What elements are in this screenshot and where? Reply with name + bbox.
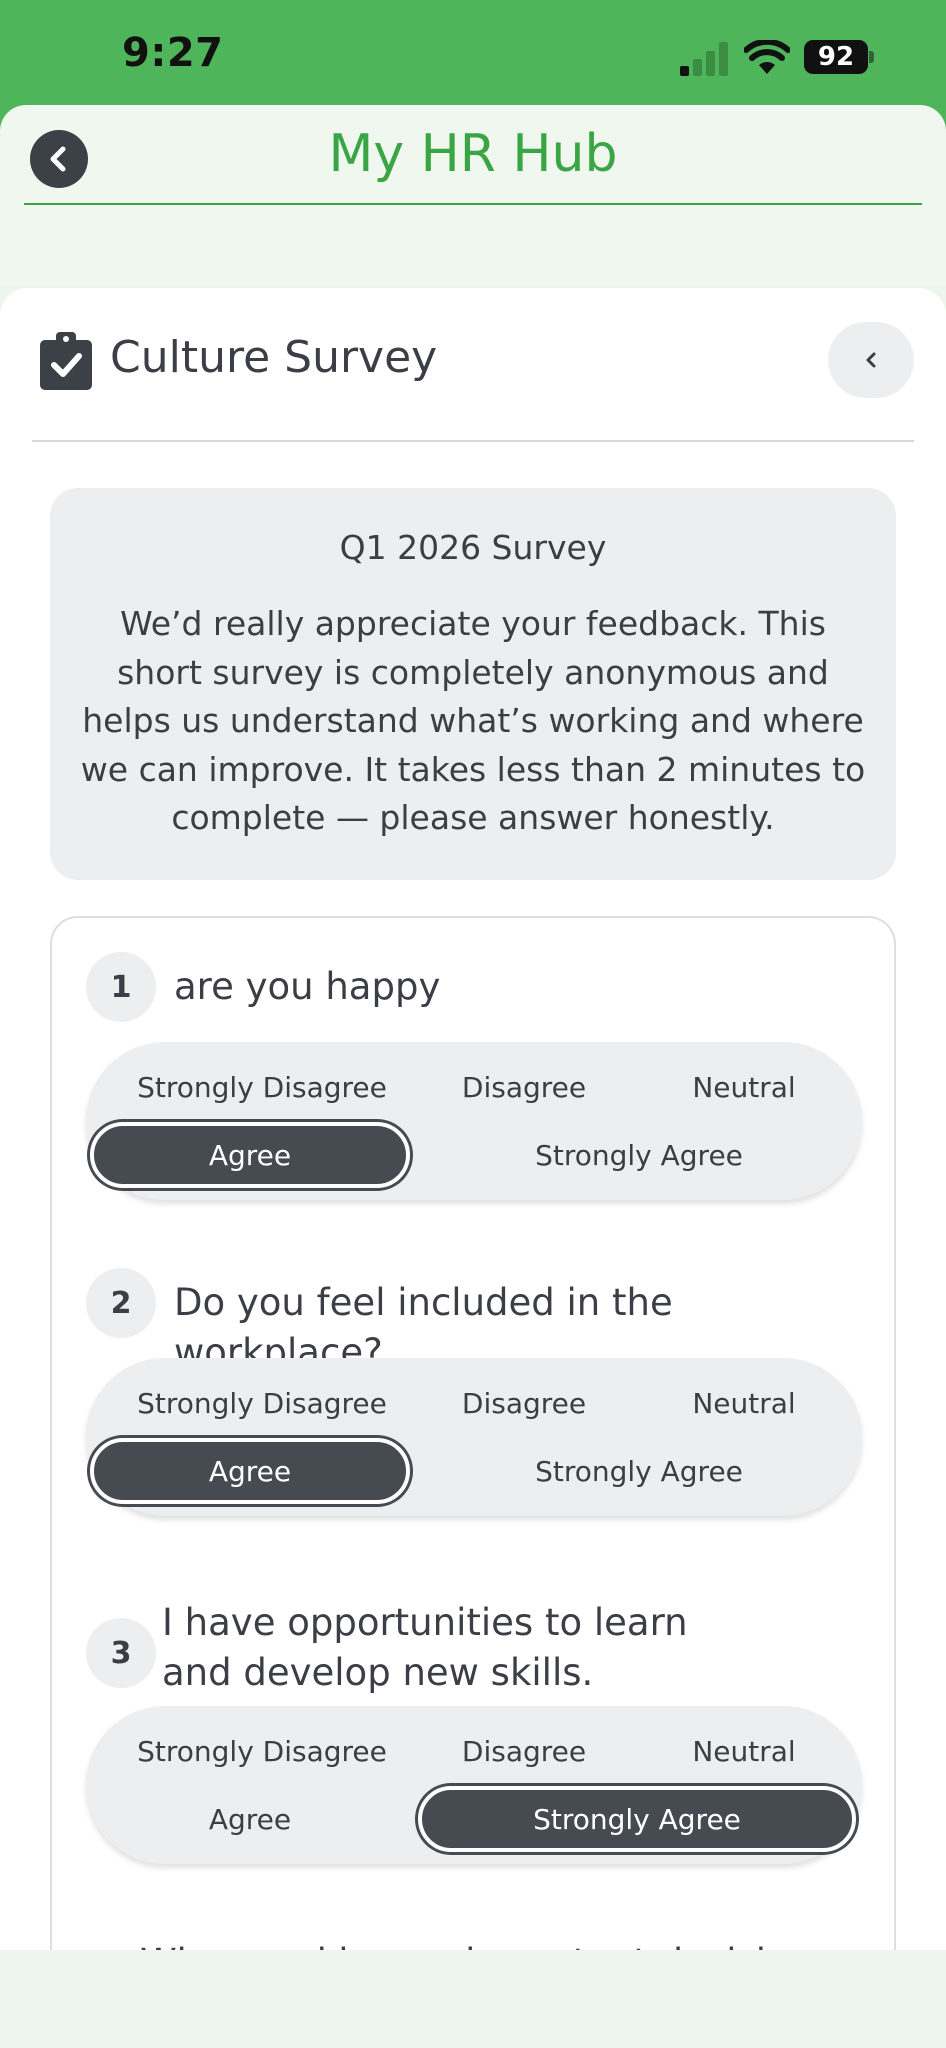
intro-text: We’d really appreciate your feedback. Th… (80, 604, 866, 837)
option-neutral[interactable]: Neutral (646, 1370, 842, 1436)
battery-tip (869, 51, 874, 63)
question-number: 1 (86, 952, 156, 1022)
question-text: When making an important decision, do (112, 1938, 852, 1950)
status-time: 9:27 (122, 30, 224, 76)
survey-card: Culture Survey Q1 2026 Survey We’d reall… (0, 288, 946, 1950)
option-agree[interactable]: Agree (90, 1786, 410, 1852)
chevron-left-icon (866, 352, 876, 368)
option-strongly-disagree[interactable]: Strongly Disagree (106, 1054, 418, 1120)
option-disagree[interactable]: Disagree (426, 1718, 622, 1784)
option-disagree[interactable]: Disagree (426, 1370, 622, 1436)
option-strongly-agree[interactable]: Strongly Agree (422, 1438, 856, 1504)
wifi-icon (744, 40, 790, 74)
collapse-button[interactable] (828, 322, 914, 398)
card-divider (32, 440, 914, 442)
intro-heading: Q1 2026 Survey (339, 528, 607, 567)
bottom-bar (0, 1950, 946, 2048)
likert-options: Strongly Disagree Disagree Neutral Agree… (86, 1706, 862, 1864)
questions-list: 1 are you happy Strongly Disagree Disagr… (50, 916, 896, 1950)
app-title: My HR Hub (328, 124, 618, 184)
header-divider (24, 203, 922, 205)
battery-indicator: 92 (804, 40, 868, 74)
option-neutral[interactable]: Neutral (646, 1054, 842, 1120)
card-title: Culture Survey (110, 332, 438, 383)
option-neutral[interactable]: Neutral (646, 1718, 842, 1784)
option-strongly-disagree[interactable]: Strongly Disagree (106, 1370, 418, 1436)
question-number: 2 (86, 1268, 156, 1338)
likert-options: Strongly Disagree Disagree Neutral Agree… (86, 1358, 862, 1516)
clipboard-check-icon (40, 332, 92, 390)
question-text: I have opportunities to learn and develo… (162, 1601, 688, 1694)
option-strongly-agree[interactable]: Strongly Agree (418, 1786, 856, 1852)
intro-box: Q1 2026 Survey We’d really appreciate yo… (50, 488, 896, 880)
option-strongly-disagree[interactable]: Strongly Disagree (106, 1718, 418, 1784)
option-strongly-agree[interactable]: Strongly Agree (422, 1122, 856, 1188)
question-number: 3 (86, 1618, 156, 1688)
option-agree[interactable]: Agree (90, 1438, 410, 1504)
option-agree[interactable]: Agree (90, 1122, 410, 1188)
option-disagree[interactable]: Disagree (426, 1054, 622, 1120)
question-text: are you happy (174, 965, 441, 1008)
cellular-signal-icon (680, 42, 728, 76)
likert-options: Strongly Disagree Disagree Neutral Agree… (86, 1042, 862, 1200)
